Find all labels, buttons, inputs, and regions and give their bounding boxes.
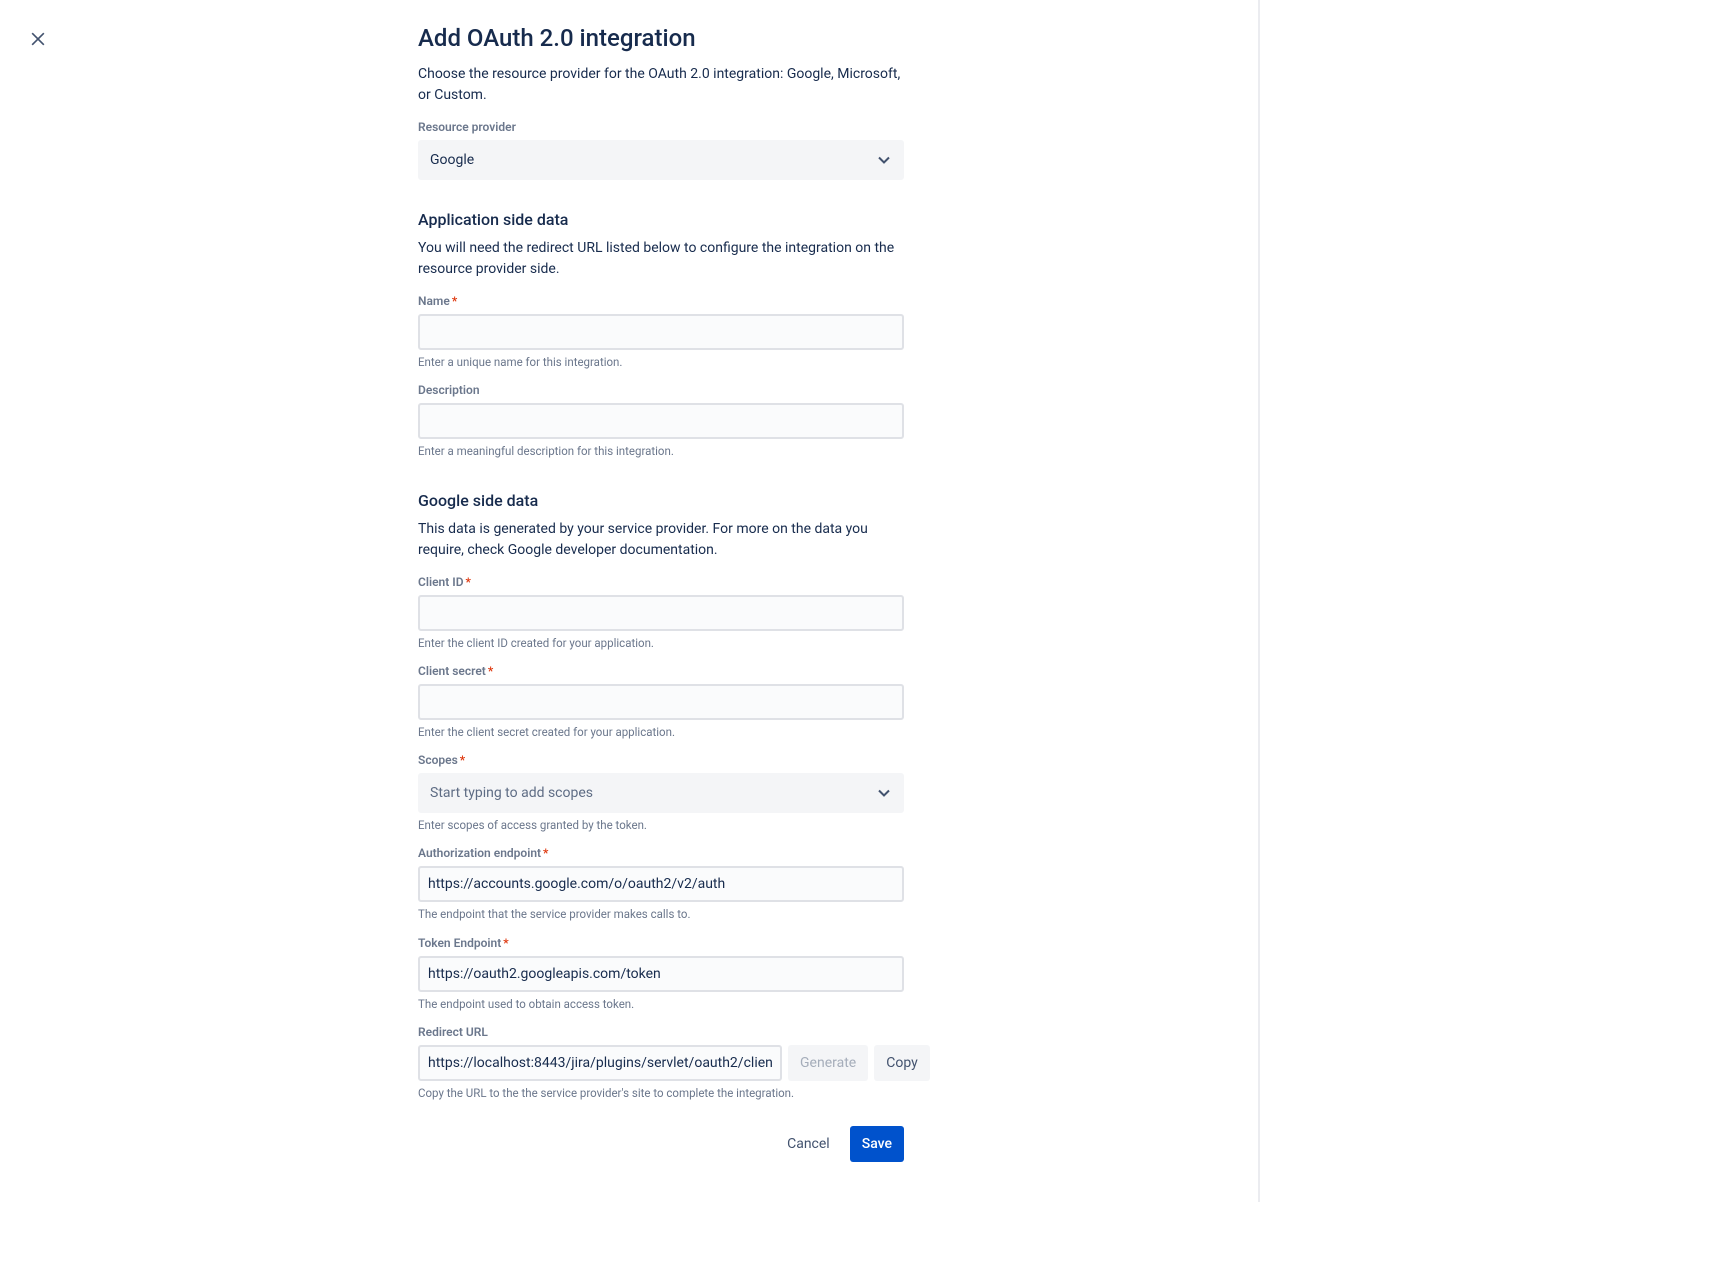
scopes-help: Enter scopes of access granted by the to… [418, 817, 904, 834]
required-indicator: * [466, 575, 471, 589]
name-input[interactable] [418, 314, 904, 350]
google-side-description: This data is generated by your service p… [418, 519, 904, 561]
token-endpoint-label-text: Token Endpoint [418, 936, 501, 950]
client-secret-label-text: Client secret [418, 664, 486, 678]
save-button[interactable]: Save [850, 1126, 904, 1162]
copy-button[interactable]: Copy [874, 1045, 930, 1081]
scopes-select[interactable]: Start typing to add scopes [418, 773, 904, 813]
scopes-placeholder: Start typing to add scopes [430, 783, 876, 804]
application-side-heading: Application side data [418, 208, 904, 232]
application-side-description: You will need the redirect URL listed be… [418, 238, 904, 280]
redirect-url-label: Redirect URL [418, 1023, 904, 1041]
page-title: Add OAuth 2.0 integration [418, 20, 904, 56]
chevron-down-icon [876, 785, 892, 801]
required-indicator: * [543, 846, 548, 860]
client-id-input[interactable] [418, 595, 904, 631]
close-icon [28, 29, 48, 52]
cancel-button[interactable]: Cancel [775, 1126, 842, 1162]
chevron-down-icon [876, 152, 892, 168]
name-label: Name* [418, 292, 904, 310]
redirect-url-help: Copy the URL to the the service provider… [418, 1085, 904, 1102]
page-subtitle: Choose the resource provider for the OAu… [418, 64, 904, 106]
name-help: Enter a unique name for this integration… [418, 354, 904, 371]
description-help: Enter a meaningful description for this … [418, 443, 904, 460]
scrollbar-track [1258, 0, 1260, 1202]
client-secret-label: Client secret* [418, 662, 904, 680]
form-container: Add OAuth 2.0 integration Choose the res… [418, 0, 904, 1202]
auth-endpoint-help: The endpoint that the service provider m… [418, 906, 904, 923]
client-id-label: Client ID* [418, 573, 904, 591]
token-endpoint-input[interactable] [418, 956, 904, 992]
client-secret-input[interactable] [418, 684, 904, 720]
google-side-heading: Google side data [418, 489, 904, 513]
close-button[interactable] [22, 24, 54, 56]
auth-endpoint-input[interactable] [418, 866, 904, 902]
generate-button[interactable]: Generate [788, 1045, 868, 1081]
required-indicator: * [452, 294, 457, 308]
resource-provider-select[interactable]: Google [418, 140, 904, 180]
token-endpoint-label: Token Endpoint* [418, 934, 904, 952]
resource-provider-label: Resource provider [418, 118, 904, 136]
redirect-url-input[interactable] [418, 1045, 782, 1081]
auth-endpoint-label: Authorization endpoint* [418, 844, 904, 862]
client-id-help: Enter the client ID created for your app… [418, 635, 904, 652]
name-label-text: Name [418, 294, 450, 308]
resource-provider-value: Google [430, 150, 876, 171]
description-input[interactable] [418, 403, 904, 439]
required-indicator: * [503, 936, 508, 950]
footer-actions: Cancel Save [418, 1126, 904, 1162]
client-id-label-text: Client ID [418, 575, 464, 589]
description-label: Description [418, 381, 904, 399]
scopes-label: Scopes* [418, 751, 904, 769]
auth-endpoint-label-text: Authorization endpoint [418, 846, 541, 860]
client-secret-help: Enter the client secret created for your… [418, 724, 904, 741]
required-indicator: * [488, 664, 493, 678]
scopes-label-text: Scopes [418, 753, 458, 767]
required-indicator: * [460, 753, 465, 767]
token-endpoint-help: The endpoint used to obtain access token… [418, 996, 904, 1013]
